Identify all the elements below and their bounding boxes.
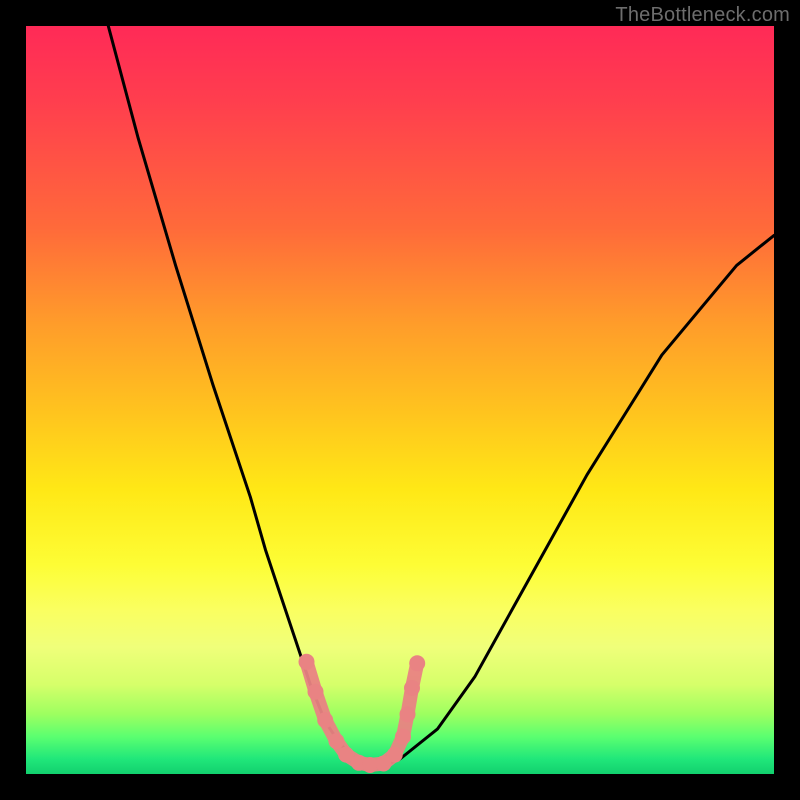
valley-highlight-dot [299, 654, 315, 670]
valley-highlight-dot [400, 706, 416, 722]
plot-area [26, 26, 774, 774]
valley-highlight-dot [308, 684, 324, 700]
curve-svg [26, 26, 774, 774]
valley-highlight-dot [404, 680, 420, 696]
valley-highlight-dot [395, 729, 411, 745]
valley-highlight-dot [409, 655, 425, 671]
valley-highlight-dot [317, 712, 333, 728]
watermark-text: TheBottleneck.com [615, 4, 790, 27]
valley-highlight-dot [387, 747, 403, 763]
bottleneck-curve [108, 26, 774, 765]
chart-frame: TheBottleneck.com [0, 0, 800, 800]
valley-highlight-dot [328, 733, 344, 749]
